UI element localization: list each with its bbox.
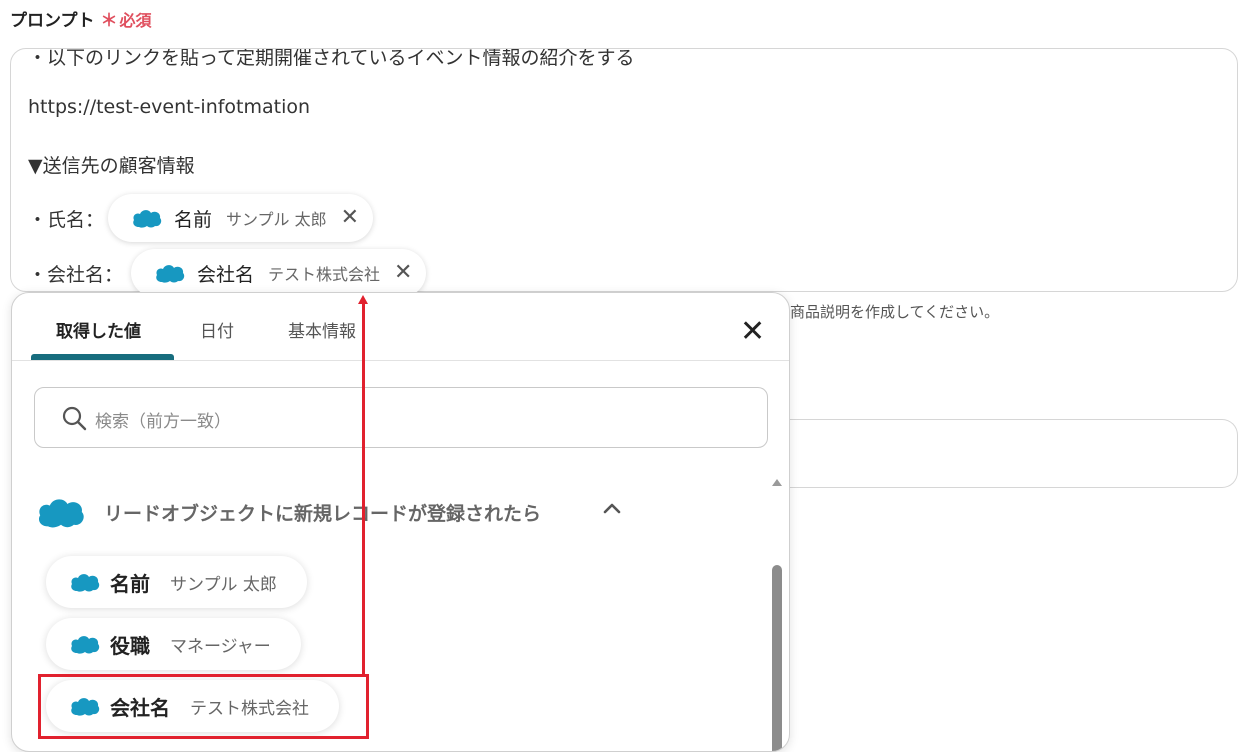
- prompt-line-1: ・以下のリンクを貼って定期開催されているイベント情報の紹介をする: [28, 48, 635, 69]
- background-input-field[interactable]: [790, 419, 1238, 488]
- field-label: プロンプト: [10, 11, 95, 31]
- annotation-arrowhead: [358, 295, 368, 304]
- prompt-chip-company[interactable]: 会社名 テスト株式会社 ✕: [131, 249, 427, 297]
- tab-basic-info[interactable]: 基本情報: [288, 317, 356, 342]
- field-label-row: プロンプト＊必須: [10, 6, 152, 31]
- search-icon: [62, 406, 87, 431]
- group-title[interactable]: リードオブジェクトに新規レコードが登録されたら: [104, 499, 541, 526]
- required-mark: ＊: [100, 11, 118, 31]
- annotation-arrow-line: [362, 302, 365, 675]
- prompt-chip-name[interactable]: 名前 サンプル 太郎 ✕: [108, 194, 374, 242]
- salesforce-cloud-icon: [133, 210, 162, 228]
- scrollbar[interactable]: [770, 475, 784, 751]
- prompt-line-5: ・会社名：: [28, 264, 124, 286]
- prompt-line-4: ・氏名：: [28, 209, 105, 231]
- help-text: 商品説明を作成してください。: [790, 303, 1000, 321]
- chip-value: テスト株式会社: [268, 265, 381, 284]
- search-input[interactable]: 検索（前方一致）: [34, 387, 768, 448]
- salesforce-cloud-icon: [156, 265, 185, 283]
- item-value: サンプル 太郎: [170, 574, 277, 595]
- chip-key: 会社名: [197, 263, 255, 286]
- annotation-highlight-box: [38, 674, 369, 739]
- item-value: マネージャー: [170, 636, 271, 657]
- salesforce-cloud-icon: [71, 636, 100, 654]
- chip-value: サンプル 太郎: [226, 210, 327, 229]
- chevron-up-icon[interactable]: [602, 501, 622, 515]
- salesforce-cloud-icon: [38, 499, 84, 528]
- scrollbar-thumb[interactable]: [772, 565, 782, 751]
- close-icon[interactable]: ✕: [740, 317, 765, 347]
- scroll-up-arrow-icon[interactable]: [772, 479, 782, 486]
- tab-date[interactable]: 日付: [200, 317, 234, 342]
- list-item-title[interactable]: 役職 マネージャー: [46, 618, 301, 670]
- tab-retrieved-values[interactable]: 取得した値: [56, 317, 141, 342]
- remove-chip-icon[interactable]: ✕: [394, 262, 412, 284]
- salesforce-cloud-icon: [71, 574, 100, 592]
- remove-chip-icon[interactable]: ✕: [341, 207, 359, 229]
- item-key: 名前: [110, 571, 150, 596]
- item-key: 役職: [110, 633, 150, 658]
- chip-key: 名前: [174, 208, 213, 231]
- prompt-line-3: ▼送信先の顧客情報: [28, 155, 195, 177]
- search-placeholder: 検索（前方一致）: [95, 412, 231, 432]
- tabs-divider: [12, 360, 789, 361]
- list-item-name[interactable]: 名前 サンプル 太郎: [46, 556, 307, 608]
- required-text: 必須: [119, 11, 152, 30]
- prompt-line-2: https://test-event-infotmation: [28, 96, 311, 118]
